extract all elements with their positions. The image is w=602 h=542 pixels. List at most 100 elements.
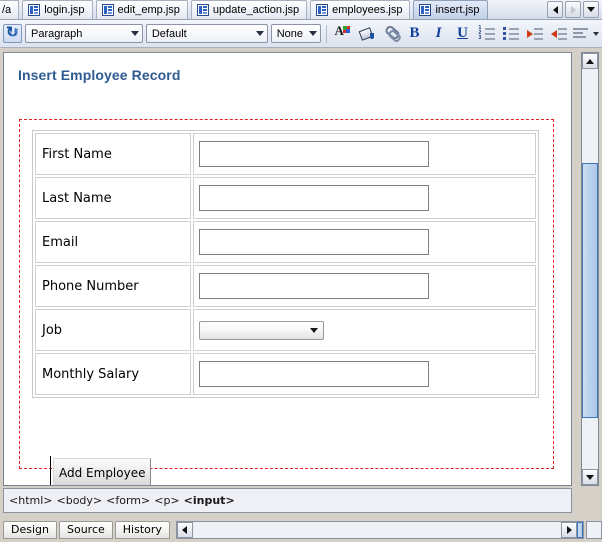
scroll-up-button[interactable] [582, 53, 598, 69]
design-view-area: Insert Employee Record First Name Last N… [0, 48, 602, 488]
chevron-down-icon [587, 7, 595, 12]
triangle-up-icon [586, 59, 594, 64]
tag-selector-p[interactable]: <p> [154, 494, 179, 507]
employee-form-table: First Name Last Name Email [32, 130, 539, 398]
monthly-salary-input[interactable] [199, 361, 429, 387]
field-label-email: Email [35, 221, 191, 263]
unordered-list-button[interactable] [500, 23, 521, 44]
document-tab-label: insert.jsp [435, 4, 479, 16]
insert-hyperlink-button[interactable] [380, 23, 401, 44]
tab-navigation-controls [547, 1, 599, 18]
horizontal-scrollbar[interactable] [176, 521, 584, 539]
last-name-input[interactable] [199, 185, 429, 211]
scroll-down-button[interactable] [582, 469, 598, 485]
scroll-tabs-right-button[interactable] [565, 1, 581, 18]
horizontal-scrollbar-right-group [561, 522, 583, 538]
dreamweaver-design-view-window: /a login.jsp edit_emp.jsp update_action.… [0, 0, 602, 542]
tab-design[interactable]: Design [3, 521, 57, 539]
design-canvas[interactable]: Insert Employee Record First Name Last N… [3, 52, 572, 486]
vertical-scrollbar-thumb[interactable] [582, 163, 598, 418]
tag-selector-body[interactable]: <body> [57, 494, 103, 507]
font-size-select[interactable]: None [271, 24, 321, 43]
underline-icon: U [457, 26, 468, 41]
triangle-left-icon [553, 6, 558, 14]
tab-source[interactable]: Source [59, 521, 113, 539]
jsp-file-icon [102, 4, 114, 16]
italic-icon: I [436, 26, 442, 41]
document-tab-label: edit_emp.jsp [118, 4, 180, 16]
table-row: Job [35, 309, 536, 351]
table-row: Monthly Salary [35, 353, 536, 395]
document-tab-login-jsp[interactable]: login.jsp [22, 0, 92, 19]
paint-bucket-icon [359, 26, 375, 41]
field-cell-email [193, 221, 536, 263]
design-vertical-scrollbar[interactable] [581, 52, 599, 486]
field-label-last-name: Last Name [35, 177, 191, 219]
view-mode-bar: Design Source History [0, 517, 602, 542]
table-row: First Name [35, 133, 536, 175]
paragraph-format-select[interactable]: Paragraph [25, 24, 143, 43]
chevron-down-icon [256, 31, 264, 36]
indent-button[interactable] [524, 23, 545, 44]
table-row: Email [35, 221, 536, 263]
italic-button[interactable]: I [428, 23, 449, 44]
format-toolbar: Paragraph Default None A B I [0, 20, 602, 48]
bold-button[interactable]: B [404, 23, 425, 44]
chevron-down-icon [309, 31, 317, 36]
text-caret [50, 456, 51, 486]
page-title: Insert Employee Record [18, 67, 571, 83]
font-family-value: Default [152, 28, 187, 40]
first-name-input[interactable] [199, 141, 429, 167]
horizontal-scrollbar-thumb[interactable] [577, 522, 583, 538]
font-color-button[interactable]: A [332, 23, 353, 44]
bold-icon: B [409, 26, 419, 41]
paragraph-format-value: Paragraph [31, 28, 82, 40]
tag-selector-html[interactable]: <html> [9, 494, 53, 507]
document-tab-label: login.jsp [44, 4, 84, 16]
scrollbar-corner [586, 521, 602, 539]
email-input[interactable] [199, 229, 429, 255]
underline-button[interactable]: U [452, 23, 473, 44]
jsp-file-icon [419, 4, 431, 16]
align-button[interactable] [572, 23, 589, 44]
jsp-file-icon [197, 4, 209, 16]
font-family-select[interactable]: Default [146, 24, 268, 43]
document-tab-label: /a [2, 4, 11, 16]
document-tab-insert-jsp[interactable]: insert.jsp [413, 0, 487, 19]
document-tab-update-action-jsp[interactable]: update_action.jsp [191, 0, 307, 19]
font-size-value: None [277, 28, 303, 40]
chevron-down-icon [131, 31, 139, 36]
field-cell-last-name [193, 177, 536, 219]
outdent-button[interactable] [548, 23, 569, 44]
field-label-job: Job [35, 309, 191, 351]
field-label-monthly-salary: Monthly Salary [35, 353, 191, 395]
tag-selector-input[interactable]: <input> [184, 494, 235, 507]
indent-left-icon [551, 27, 567, 40]
scroll-tabs-left-button[interactable] [547, 1, 563, 18]
field-label-first-name: First Name [35, 133, 191, 175]
document-tab-0[interactable]: /a [0, 0, 19, 19]
tab-list-dropdown-button[interactable] [583, 1, 599, 18]
refresh-design-view-icon[interactable] [3, 24, 22, 43]
jsp-file-icon [316, 4, 328, 16]
document-tab-employees-jsp[interactable]: employees.jsp [310, 0, 410, 19]
tag-selector-form[interactable]: <form> [106, 494, 150, 507]
scroll-left-button[interactable] [177, 522, 193, 538]
add-employee-button[interactable]: Add Employee [53, 458, 151, 486]
jsp-file-icon [28, 4, 40, 16]
table-row: Last Name [35, 177, 536, 219]
field-cell-first-name [193, 133, 536, 175]
scroll-right-button[interactable] [561, 522, 577, 538]
chevron-down-icon [310, 328, 318, 333]
triangle-down-icon [586, 475, 594, 480]
job-select[interactable] [199, 321, 324, 340]
align-dropdown-button[interactable] [592, 23, 602, 44]
chevron-down-icon [593, 32, 599, 36]
document-tab-edit-emp-jsp[interactable]: edit_emp.jsp [96, 0, 188, 19]
tab-history[interactable]: History [115, 521, 170, 539]
phone-number-input[interactable] [199, 273, 429, 299]
highlight-color-button[interactable] [356, 23, 377, 44]
link-chain-icon [383, 26, 399, 41]
ordered-list-button[interactable]: 123 [476, 23, 497, 44]
table-row: Phone Number [35, 265, 536, 307]
